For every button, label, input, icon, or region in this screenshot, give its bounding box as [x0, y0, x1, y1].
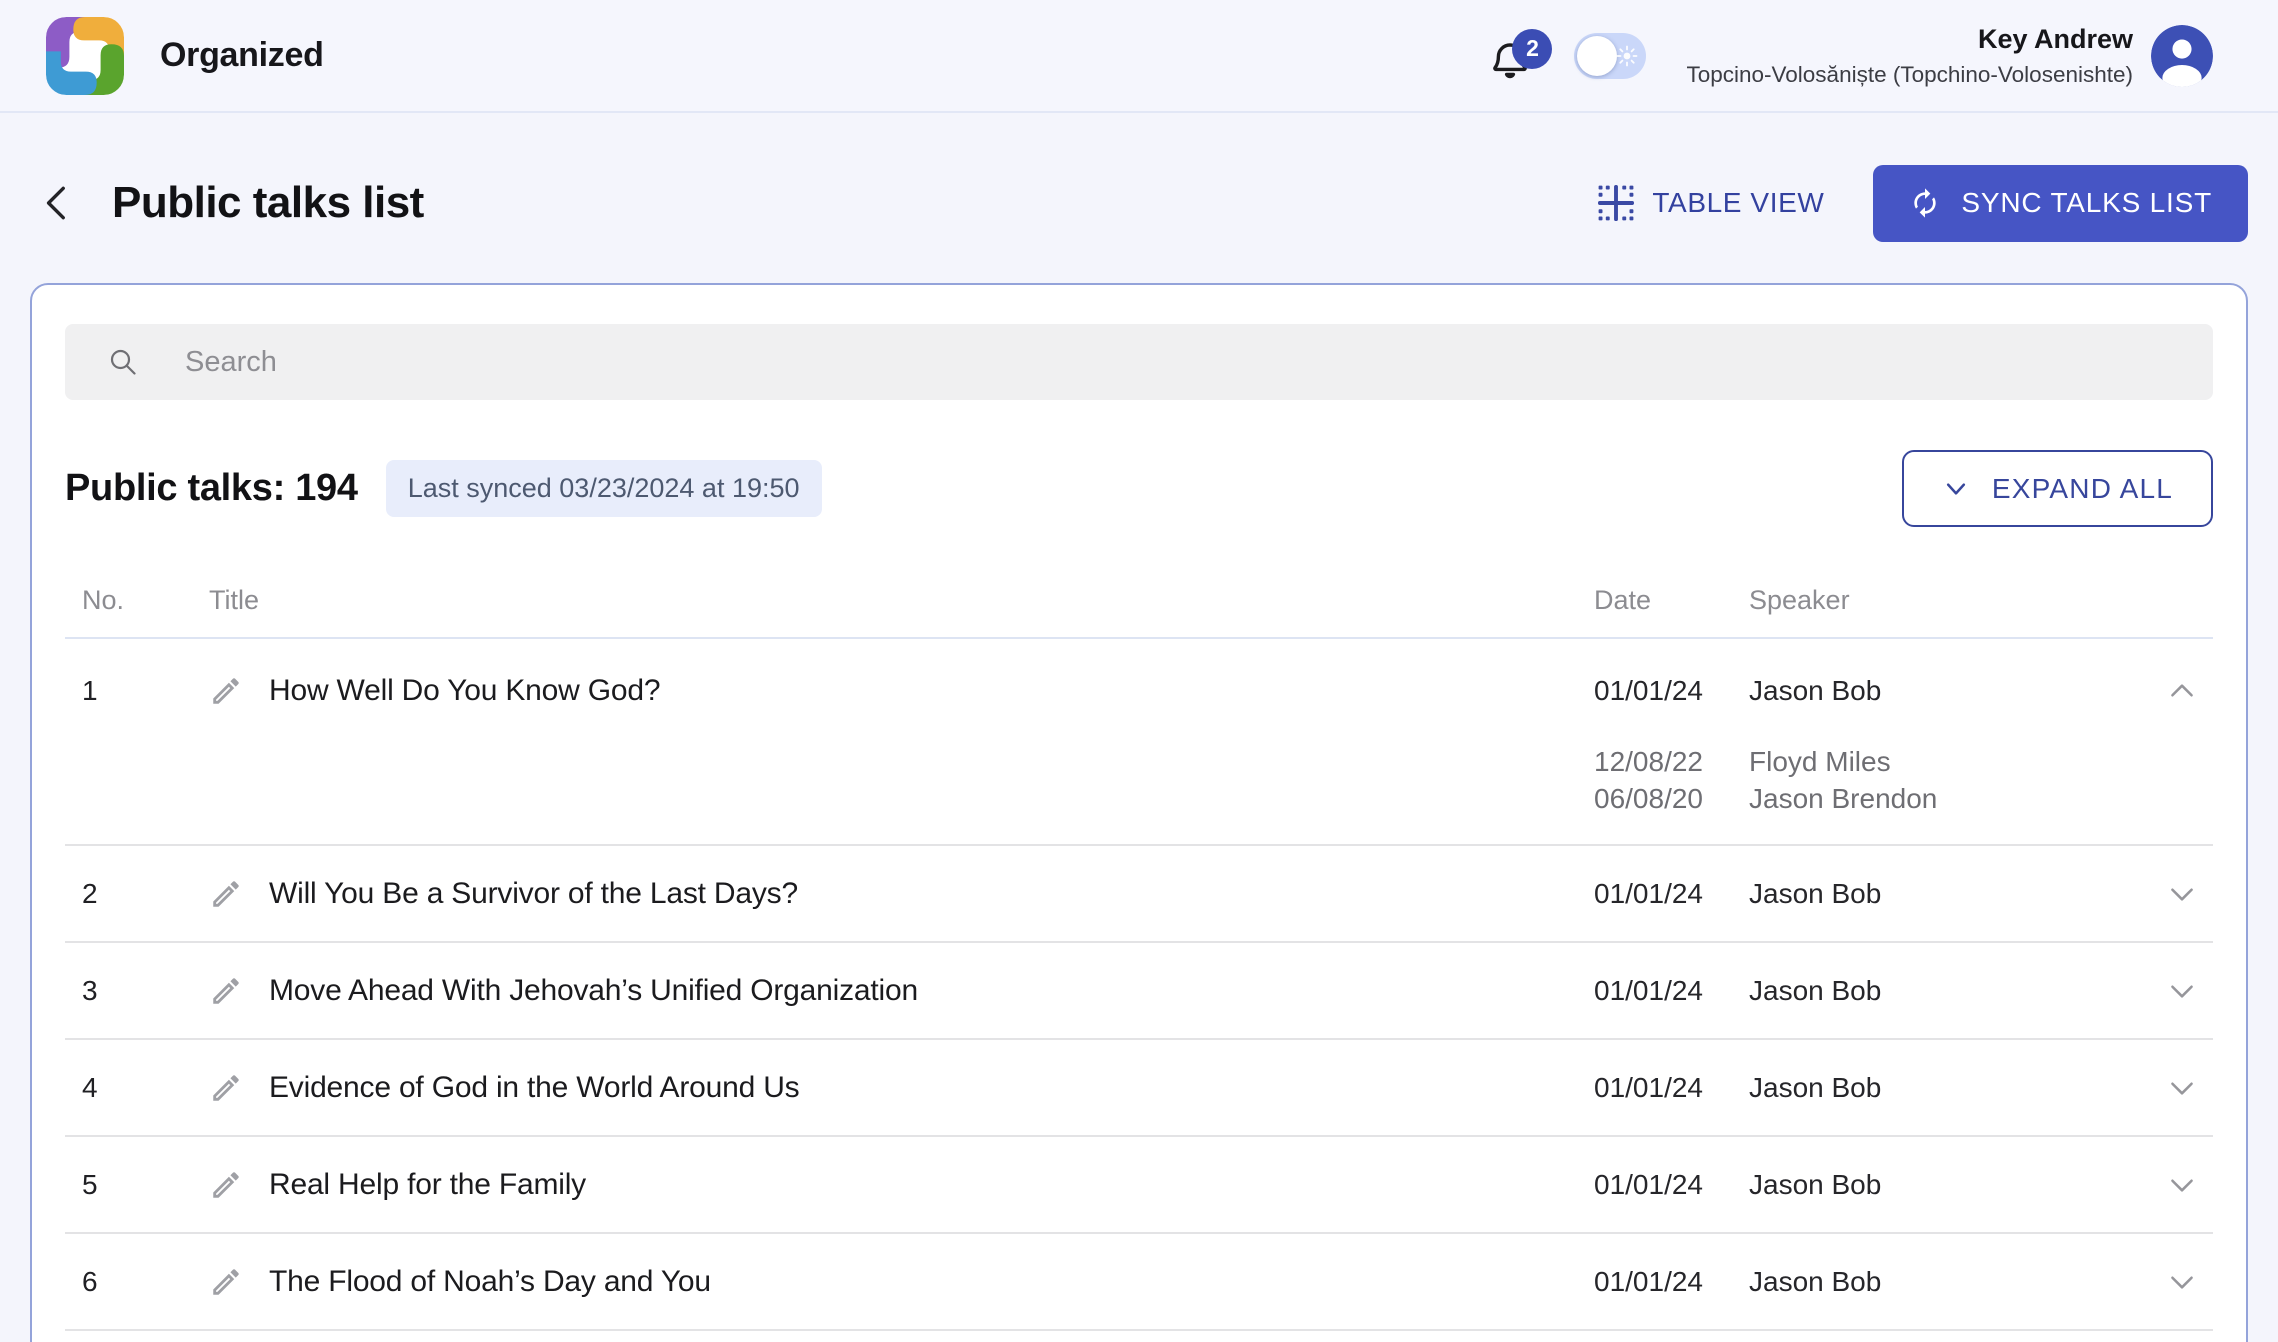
column-no: No.	[82, 585, 209, 616]
page-title: Public talks list	[112, 178, 424, 228]
talk-title: Real Help for the Family	[269, 1168, 586, 1202]
chevron-up-icon	[2165, 674, 2199, 708]
expand-row-button[interactable]	[2165, 1265, 2213, 1299]
column-speaker: Speaker	[1749, 585, 2165, 616]
edit-icon[interactable]	[209, 1071, 243, 1105]
table-view-label: TABLE VIEW	[1652, 187, 1824, 219]
table-row[interactable]: 4 Evidence of God in the World Around Us…	[65, 1040, 2213, 1137]
talk-date: 01/01/24	[1594, 1169, 1749, 1201]
expand-row-button[interactable]	[2165, 974, 2213, 1008]
history-date: 06/08/20	[1594, 783, 1749, 815]
expand-row-button[interactable]	[2165, 1071, 2213, 1105]
chevron-down-icon	[2165, 1265, 2199, 1299]
talk-speaker: Jason Bob	[1749, 1266, 2165, 1298]
history-entry: 06/08/20 Jason Brendon	[82, 780, 2213, 817]
talk-title: The Flood of Noah’s Day and You	[269, 1265, 711, 1299]
edit-icon[interactable]	[209, 974, 243, 1008]
user-info: Key Andrew Topcino-Volosăniște (Topchino…	[1686, 24, 2133, 88]
history-entry: 12/08/22 Floyd Miles	[82, 743, 2213, 780]
expand-all-label: EXPAND ALL	[1992, 473, 2173, 505]
talk-history: 12/08/22 Floyd Miles 06/08/20 Jason Bren…	[65, 743, 2213, 844]
page-toolbar: Public talks list TABLE VIEW SYNC TALKS …	[30, 163, 2248, 243]
app-title: Organized	[160, 36, 324, 75]
talk-number: 1	[82, 675, 209, 707]
talk-date: 01/01/24	[1594, 878, 1749, 910]
column-title: Title	[209, 585, 1594, 616]
app-header: Organized 2 Key Andrew Topcino-Volosăniș…	[0, 0, 2278, 113]
sun-icon	[1615, 44, 1639, 68]
chevron-down-icon	[1942, 475, 1970, 503]
talk-title: Move Ahead With Jehovah’s Unified Organi…	[269, 974, 918, 1008]
table-header: No. Title Date Speaker	[65, 585, 2213, 639]
user-congregation: Topcino-Volosăniște (Topchino-Volosenish…	[1686, 62, 2133, 88]
history-speaker: Jason Brendon	[1749, 783, 2165, 815]
talk-number: 4	[82, 1072, 209, 1104]
edit-icon[interactable]	[209, 1265, 243, 1299]
chevron-left-icon	[37, 182, 79, 224]
notification-count-badge: 2	[1512, 29, 1552, 69]
edit-icon[interactable]	[209, 674, 243, 708]
sync-icon	[1909, 187, 1941, 219]
last-synced-badge: Last synced 03/23/2024 at 19:50	[386, 460, 822, 517]
search-input[interactable]	[65, 324, 2213, 400]
talk-number: 5	[82, 1169, 209, 1201]
theme-toggle[interactable]	[1574, 33, 1646, 79]
talks-count: Public talks: 194	[65, 467, 358, 510]
talk-speaker: Jason Bob	[1749, 975, 2165, 1007]
talk-title: How Well Do You Know God?	[269, 674, 660, 708]
talk-speaker: Jason Bob	[1749, 675, 2165, 707]
talk-date: 01/01/24	[1594, 1266, 1749, 1298]
chevron-down-icon	[2165, 1071, 2199, 1105]
talk-title: Evidence of God in the World Around Us	[269, 1071, 799, 1105]
talk-speaker: Jason Bob	[1749, 1169, 2165, 1201]
table-grid-icon	[1598, 185, 1634, 221]
chevron-down-icon	[2165, 877, 2199, 911]
talk-number: 6	[82, 1266, 209, 1298]
talk-date: 01/01/24	[1594, 1072, 1749, 1104]
table-row[interactable]: 5 Real Help for the Family 01/01/24 Jaso…	[65, 1137, 2213, 1234]
search-icon	[108, 347, 138, 377]
table-view-button[interactable]: TABLE VIEW	[1598, 185, 1824, 221]
talk-number: 3	[82, 975, 209, 1007]
toggle-knob	[1577, 36, 1617, 76]
table-row[interactable]: 6 The Flood of Noah’s Day and You 01/01/…	[65, 1234, 2213, 1331]
count-row: Public talks: 194 Last synced 03/23/2024…	[65, 450, 2213, 527]
collapse-row-button[interactable]	[2165, 674, 2213, 708]
table-row[interactable]: 3 Move Ahead With Jehovah’s Unified Orga…	[65, 943, 2213, 1040]
search-bar	[65, 324, 2213, 400]
avatar[interactable]	[2151, 25, 2213, 87]
chevron-down-icon	[2165, 974, 2199, 1008]
sync-talks-label: SYNC TALKS LIST	[1961, 187, 2212, 219]
talk-date: 01/01/24	[1594, 675, 1749, 707]
notifications-button[interactable]: 2	[1486, 17, 1542, 95]
expand-row-button[interactable]	[2165, 877, 2213, 911]
edit-icon[interactable]	[209, 877, 243, 911]
back-button[interactable]	[30, 175, 86, 231]
edit-icon[interactable]	[209, 1168, 243, 1202]
history-date: 12/08/22	[1594, 746, 1749, 778]
history-speaker: Floyd Miles	[1749, 746, 2165, 778]
chevron-down-icon	[2165, 1168, 2199, 1202]
user-name: Key Andrew	[1686, 24, 2133, 55]
sync-talks-button[interactable]: SYNC TALKS LIST	[1873, 165, 2248, 242]
table-row[interactable]: 1 How Well Do You Know God? 01/01/24 Jas…	[65, 639, 2213, 846]
talk-number: 2	[82, 878, 209, 910]
talk-speaker: Jason Bob	[1749, 878, 2165, 910]
app-logo-icon	[46, 17, 124, 95]
table-row[interactable]: 2 Will You Be a Survivor of the Last Day…	[65, 846, 2213, 943]
talk-title: Will You Be a Survivor of the Last Days?	[269, 877, 798, 911]
talk-date: 01/01/24	[1594, 975, 1749, 1007]
talks-card: Public talks: 194 Last synced 03/23/2024…	[30, 283, 2248, 1342]
expand-all-button[interactable]: EXPAND ALL	[1902, 450, 2213, 527]
column-date: Date	[1594, 585, 1749, 616]
expand-row-button[interactable]	[2165, 1168, 2213, 1202]
talk-speaker: Jason Bob	[1749, 1072, 2165, 1104]
